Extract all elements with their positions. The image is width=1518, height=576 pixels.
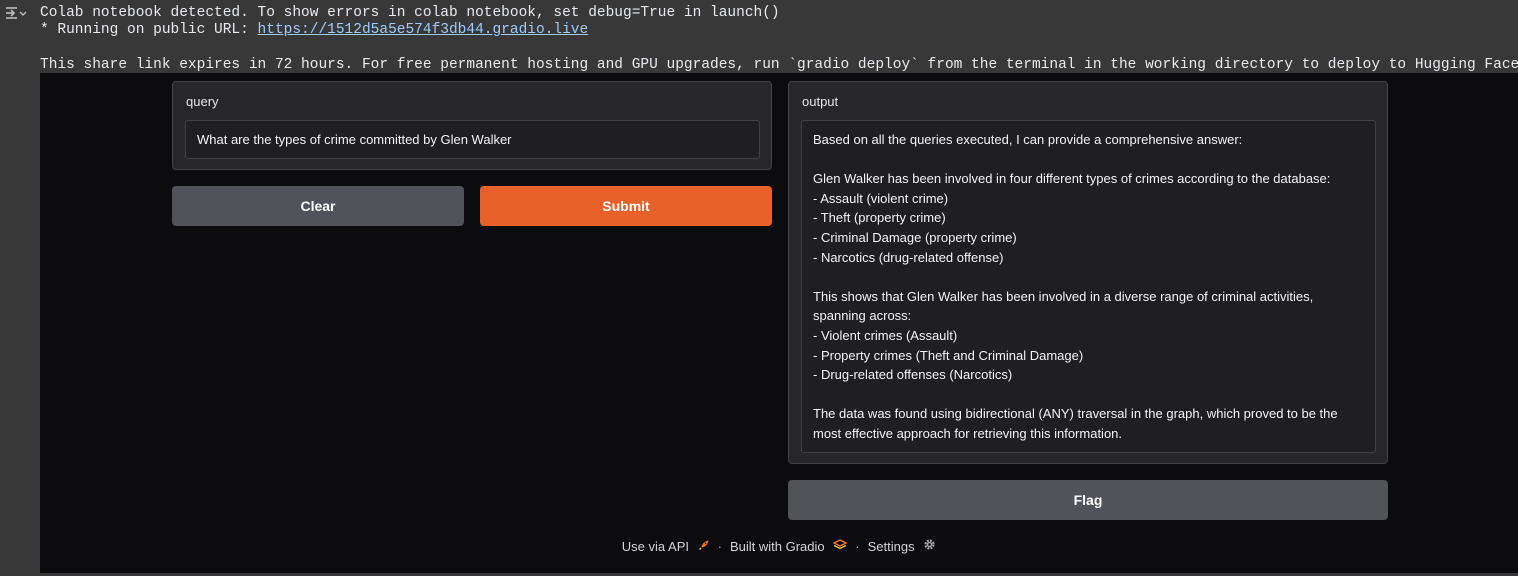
output-line: The data was found using bidirectional (… — [813, 406, 1338, 422]
output-line: - Property crimes (Theft and Criminal Da… — [813, 347, 1084, 363]
gear-icon — [923, 538, 936, 551]
query-panel: query What are the types of crime commit… — [172, 81, 772, 170]
query-input[interactable]: What are the types of crime committed by… — [185, 120, 760, 159]
output-line: - Theft (property crime) — [813, 210, 946, 226]
footer-separator: · — [717, 538, 722, 554]
use-via-api-link[interactable]: Use via API — [622, 539, 710, 554]
use-via-api-label: Use via API — [621, 538, 689, 554]
output-panel: output Based on all the queries executed… — [788, 81, 1388, 464]
query-label: query — [186, 94, 219, 109]
built-with-gradio-link[interactable]: Built with Gradio — [729, 538, 848, 554]
output-collapse-icon[interactable] — [4, 5, 28, 23]
gradio-app: query What are the types of crime commit… — [40, 73, 1518, 573]
output-line: - Violent crimes (Assault) — [813, 327, 958, 343]
console-line-url: * Running on public URL: https://1512d5a… — [40, 21, 588, 39]
output-line: Based on all the queries executed, I can… — [813, 132, 1243, 147]
output-line: This shows that Glen Walker has been inv… — [813, 288, 1314, 304]
rocket-icon — [698, 539, 710, 551]
output-line: - Drug-related offenses (Narcotics) — [813, 367, 1013, 383]
output-textbox[interactable]: Based on all the queries executed, I can… — [801, 120, 1376, 453]
console-line-share: This share link expires in 72 hours. For… — [40, 57, 1518, 73]
footer-separator: · — [855, 538, 860, 554]
console-url-prefix: * Running on public URL: — [40, 22, 258, 38]
output-line: - Narcotics (drug-related offense) — [813, 249, 1004, 265]
query-input-value: What are the types of crime committed by… — [197, 132, 512, 147]
output-line: Glen Walker has been involved in four di… — [813, 171, 1331, 187]
clear-button[interactable]: Clear — [172, 186, 464, 226]
output-line: - Assault (violent crime) — [813, 190, 949, 206]
output-line: spanning across: — [813, 308, 912, 324]
built-with-gradio-label: Built with Gradio — [729, 538, 825, 554]
public-url-link[interactable]: https://1512d5a5e574f3db44.gradio.live — [258, 22, 589, 38]
footer: Use via API · Built with Gradio · Settin… — [40, 538, 1518, 554]
console-line-debug: Colab notebook detected. To show errors … — [40, 5, 780, 21]
settings-link[interactable]: Settings — [868, 538, 937, 554]
output-text: Based on all the queries executed, I can… — [813, 130, 1365, 444]
output-line: - Criminal Damage (property crime) — [813, 229, 1017, 245]
output-label: output — [802, 94, 839, 109]
gradio-logo-icon — [833, 538, 848, 551]
settings-label: Settings — [867, 539, 915, 554]
flag-button[interactable]: Flag — [788, 480, 1388, 520]
output-line: most effective approach for retrieving t… — [813, 425, 1123, 441]
submit-button[interactable]: Submit — [480, 186, 772, 226]
